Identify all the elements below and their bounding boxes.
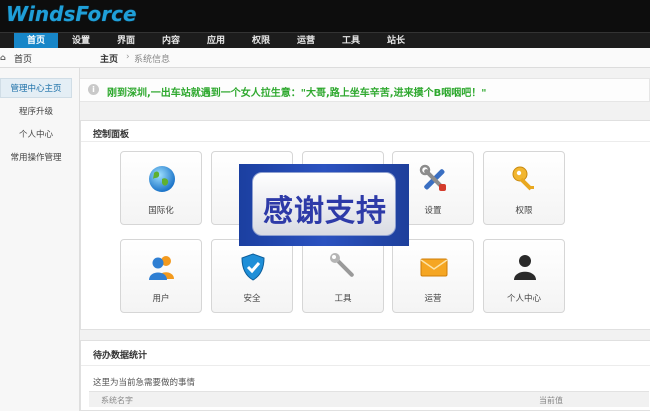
users-icon xyxy=(149,256,174,280)
panel-title: 控制面板 xyxy=(93,130,130,140)
sidebar-item-upgrade[interactable]: 程序升级 xyxy=(0,102,72,122)
column-header-name: 系统名字 xyxy=(101,396,133,405)
tile-label: 安全 xyxy=(243,294,261,304)
tile-operations[interactable]: 运营 xyxy=(392,239,474,313)
mail-icon xyxy=(420,258,448,277)
nav-item-operations[interactable]: 运营 xyxy=(284,33,328,49)
nav-item-permissions[interactable]: 权限 xyxy=(239,33,283,49)
tile-security[interactable]: 安全 xyxy=(211,239,293,313)
main-nav: 首页 设置 界面 内容 应用 权限 运营 工具 站长 xyxy=(0,32,650,49)
tile-label: 运营 xyxy=(424,294,442,304)
tile-label: 国际化 xyxy=(148,206,174,216)
tile-personal-center[interactable]: 个人中心 xyxy=(483,239,565,313)
nav-item-webmaster[interactable]: 站长 xyxy=(374,33,418,49)
nav-item-apps[interactable]: 应用 xyxy=(194,33,238,49)
person-icon xyxy=(514,255,536,280)
sidebar-item-common-ops[interactable]: 常用操作管理 xyxy=(0,148,72,168)
tile-users[interactable]: 用户 xyxy=(120,239,202,313)
thanks-text: 感谢支持 xyxy=(263,194,387,229)
notice-text: 刚到深圳,一出车站就遇到一个女人拉生意："大哥,路上坐车辛苦,进来摸个B咽咽吧！… xyxy=(107,88,487,99)
key-icon xyxy=(512,166,534,191)
notice-bar: i 刚到深圳,一出车站就遇到一个女人拉生意："大哥,路上坐车辛苦,进来摸个B咽咽… xyxy=(80,78,650,102)
nav-item-home[interactable]: 首页 xyxy=(14,33,58,49)
tile-label: 工具 xyxy=(334,294,352,304)
shield-icon xyxy=(241,253,265,281)
breadcrumb-main[interactable]: 主页 xyxy=(100,52,118,65)
nav-item-tools[interactable]: 工具 xyxy=(329,33,373,49)
home-icon: ⌂ xyxy=(0,53,6,62)
thanks-badge: 感谢支持 xyxy=(252,172,396,236)
tile-i18n[interactable]: 国际化 xyxy=(120,151,202,225)
breadcrumb: ⌂ 首页 主页 › 系统信息 xyxy=(0,48,650,68)
header-bar: WindsForce xyxy=(0,0,650,32)
nav-item-interface[interactable]: 界面 xyxy=(104,33,148,49)
info-icon: i xyxy=(88,84,99,95)
divider xyxy=(81,141,650,142)
pending-stats-panel: 待办数据统计 这里为当前急需要做的事情 系统名字 当前值 xyxy=(80,340,650,411)
wrench-icon xyxy=(330,253,354,277)
pending-title: 待办数据统计 xyxy=(93,351,148,361)
sidebar-item-dashboard[interactable]: 管理中心主页 xyxy=(0,78,72,98)
column-header-value: 当前值 xyxy=(539,396,563,405)
tile-label: 个人中心 xyxy=(506,294,541,304)
tile-label: 权限 xyxy=(515,206,533,216)
table-header: 系统名字 当前值 xyxy=(89,391,649,407)
globe-icon xyxy=(149,166,175,192)
tile-permissions[interactable]: 权限 xyxy=(483,151,565,225)
thanks-overlay: 感谢支持 xyxy=(239,164,409,246)
tile-tools[interactable]: 工具 xyxy=(302,239,384,313)
tile-label: 用户 xyxy=(152,294,170,304)
sidebar: 管理中心主页 程序升级 个人中心 常用操作管理 xyxy=(0,68,80,411)
divider xyxy=(81,365,650,366)
pending-description: 这里为当前急需要做的事情 xyxy=(93,378,196,388)
breadcrumb-current: 系统信息 xyxy=(134,55,171,65)
logo[interactable]: WindsForce xyxy=(6,2,137,26)
sidebar-home-label[interactable]: 首页 xyxy=(14,52,32,65)
breadcrumb-separator: › xyxy=(126,52,130,62)
nav-item-content[interactable]: 内容 xyxy=(149,33,193,49)
nav-item-settings[interactable]: 设置 xyxy=(59,33,103,49)
sidebar-item-personal[interactable]: 个人中心 xyxy=(0,125,72,145)
tools-icon xyxy=(419,164,446,191)
